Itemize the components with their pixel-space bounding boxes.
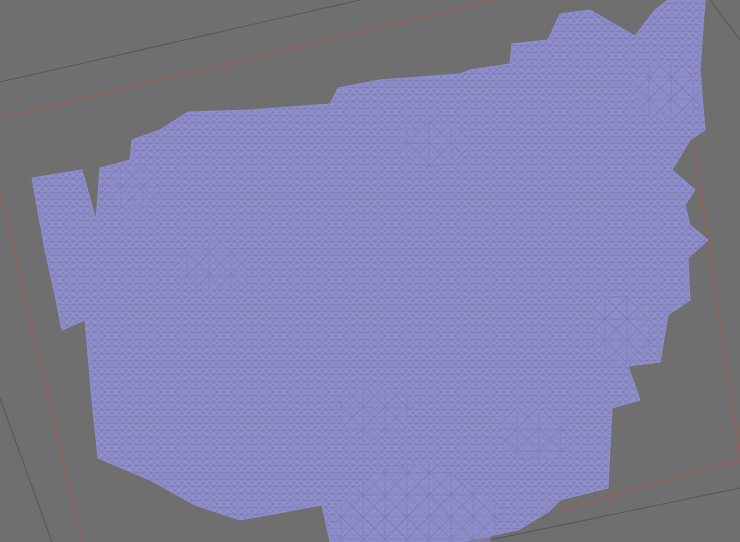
terrain-mesh[interactable] — [31, 0, 709, 542]
viewport-canvas[interactable] — [0, 0, 740, 542]
3d-viewport[interactable] — [0, 0, 740, 542]
mesh-surface[interactable] — [31, 0, 709, 542]
